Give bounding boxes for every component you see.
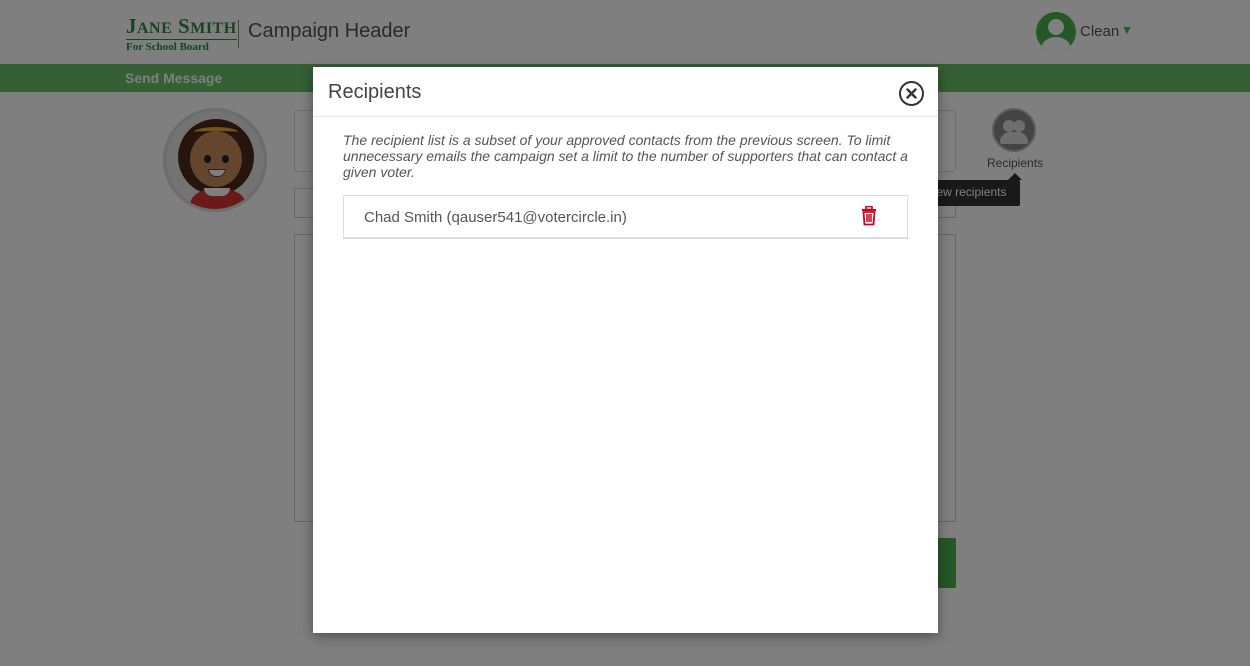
modal-header: Recipients — [313, 67, 938, 117]
modal-title: Recipients — [328, 81, 422, 103]
recipient-name-email: Chad Smith (qauser541@votercircle.in) — [364, 209, 627, 226]
list-item: Chad Smith (qauser541@votercircle.in) — [343, 195, 908, 239]
recipients-modal: Recipients The recipient list is a subse… — [313, 67, 938, 633]
recipient-list-note: The recipient list is a subset of your a… — [343, 132, 908, 180]
close-circle-icon[interactable] — [899, 81, 924, 106]
trash-icon[interactable] — [860, 205, 878, 226]
